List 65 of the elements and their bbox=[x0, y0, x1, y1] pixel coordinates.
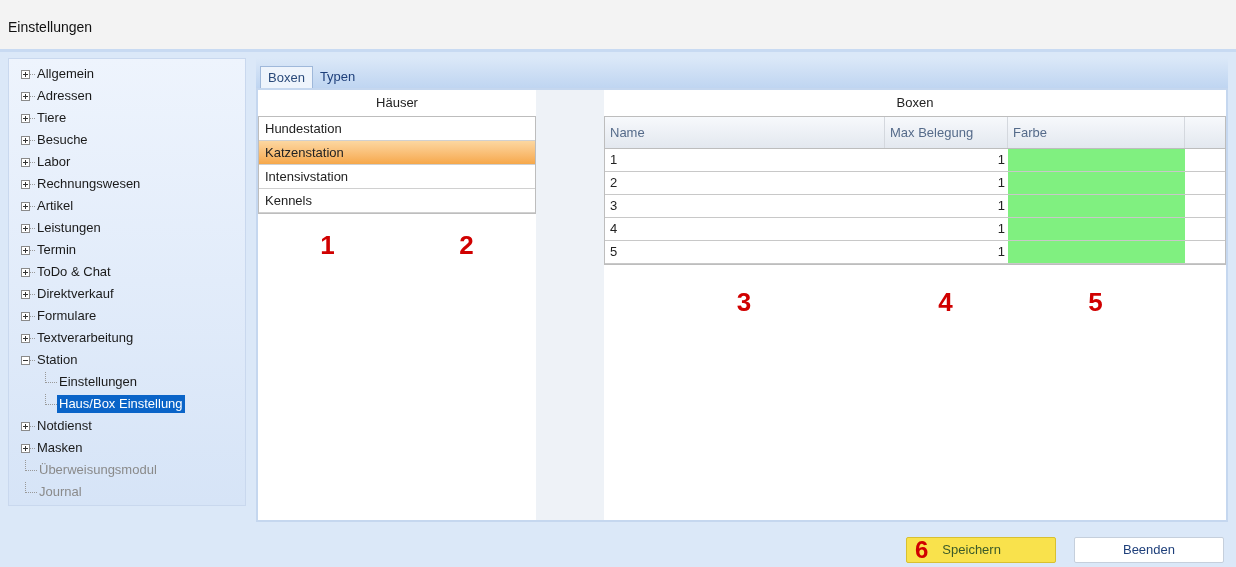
tree-item[interactable]: Einstellungen bbox=[57, 373, 140, 391]
tree-item[interactable]: ToDo & Chat bbox=[35, 263, 113, 281]
tab[interactable]: Boxen bbox=[260, 66, 313, 88]
expand-icon[interactable] bbox=[21, 157, 30, 167]
tree-item[interactable]: Masken bbox=[35, 439, 85, 457]
tree-item[interactable]: Haus/Box Einstellung bbox=[57, 395, 185, 413]
table-cell-text: 1 bbox=[996, 243, 1006, 262]
house-name: Hundestation bbox=[265, 119, 342, 138]
column-header[interactable]: Farbe bbox=[1008, 117, 1185, 148]
house-name: Kennels bbox=[265, 191, 312, 210]
table-cell-text: 5 bbox=[609, 243, 619, 262]
expand-icon[interactable] bbox=[21, 223, 30, 233]
tree-item[interactable]: Besuche bbox=[35, 131, 90, 149]
table-cell-text: 1 bbox=[996, 197, 1006, 216]
expand-icon[interactable] bbox=[21, 69, 30, 79]
expand-icon[interactable] bbox=[21, 245, 30, 255]
tree-item[interactable]: Notdienst bbox=[35, 417, 94, 435]
expand-icon[interactable] bbox=[21, 443, 30, 453]
tree-item[interactable]: Allgemein bbox=[35, 65, 97, 83]
annotation-number: 5 bbox=[1087, 286, 1104, 319]
annotation-number: 4 bbox=[937, 286, 954, 319]
tree-item[interactable]: Labor bbox=[35, 153, 73, 171]
action-button[interactable]: Beenden bbox=[1075, 538, 1223, 562]
table-cell-text: 4 bbox=[609, 220, 619, 239]
tree-item[interactable]: Tiere bbox=[35, 109, 69, 127]
annotation-number: 2 bbox=[458, 229, 475, 262]
expand-icon[interactable] bbox=[21, 135, 30, 145]
house-name: Intensivstation bbox=[265, 167, 349, 186]
table-cell-text: 2 bbox=[609, 174, 619, 193]
house-row[interactable]: Katzenstation bbox=[259, 141, 535, 165]
table-cell-text: 1 bbox=[996, 151, 1006, 170]
expand-icon[interactable] bbox=[21, 289, 30, 299]
expand-icon[interactable] bbox=[21, 311, 30, 321]
houses-title: Häuser bbox=[375, 94, 419, 113]
annotation-number: 3 bbox=[735, 286, 753, 319]
expand-icon[interactable] bbox=[21, 113, 30, 123]
table-cell-text: 1 bbox=[996, 174, 1006, 193]
expand-icon[interactable] bbox=[21, 333, 30, 343]
column-header[interactable]: Name bbox=[605, 117, 885, 148]
expand-icon[interactable] bbox=[21, 179, 30, 189]
tree-item[interactable]: Station bbox=[35, 351, 80, 369]
annotation-number: 6 bbox=[914, 538, 929, 562]
boxes-title: Boxen bbox=[895, 94, 935, 113]
tab[interactable]: Typen bbox=[312, 66, 363, 88]
tree-item[interactable]: Formulare bbox=[35, 307, 99, 325]
table-cell-text: 1 bbox=[996, 220, 1006, 239]
table-cell-text: 3 bbox=[609, 197, 619, 216]
tree-item[interactable]: Leistungen bbox=[35, 219, 103, 237]
expand-icon[interactable] bbox=[21, 91, 30, 101]
tree-item[interactable]: Rechnungswesen bbox=[35, 175, 143, 193]
annotation-number: 1 bbox=[319, 229, 336, 262]
window-title: Einstellungen bbox=[8, 18, 93, 37]
column-header[interactable]: Max Belegung bbox=[885, 117, 1008, 148]
house-name: Katzenstation bbox=[265, 143, 344, 162]
expand-icon[interactable] bbox=[21, 267, 30, 277]
action-button[interactable]: Speichern bbox=[928, 538, 1055, 562]
tree-item[interactable]: Direktverkauf bbox=[35, 285, 116, 303]
tree-item[interactable]: Artikel bbox=[35, 197, 76, 215]
tree-item[interactable]: Textverarbeitung bbox=[35, 329, 136, 347]
collapse-icon[interactable] bbox=[21, 355, 30, 365]
expand-icon[interactable] bbox=[21, 201, 30, 211]
tree-item[interactable]: Termin bbox=[35, 241, 78, 259]
expand-icon[interactable] bbox=[21, 421, 30, 431]
table-cell-text: 1 bbox=[609, 151, 619, 170]
tree-item[interactable]: Adressen bbox=[35, 87, 94, 105]
